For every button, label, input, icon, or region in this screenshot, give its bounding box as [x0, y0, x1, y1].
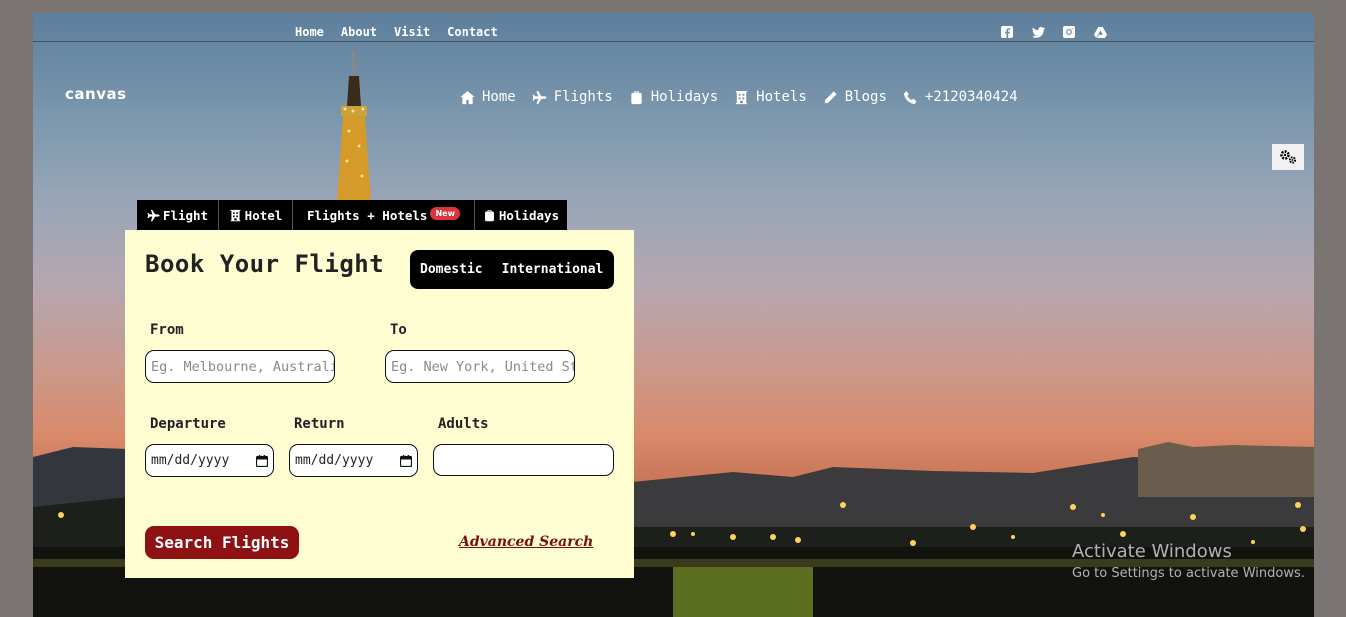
facebook-icon[interactable]: [1000, 25, 1014, 39]
to-label: To: [390, 322, 407, 338]
top-links: Home About Visit Contact: [295, 25, 498, 39]
nav-holidays[interactable]: Holidays: [629, 89, 718, 105]
advanced-search-link[interactable]: Advanced Search: [459, 534, 593, 550]
nav-holidays-label: Holidays: [650, 89, 719, 105]
suitcase-icon: [484, 209, 494, 221]
tab-flights-hotels-label: Flights + Hotels: [307, 207, 428, 223]
top-bar: Home About Visit Contact: [33, 13, 1314, 42]
site-logo[interactable]: canvas: [65, 85, 127, 103]
international-option[interactable]: International: [502, 262, 604, 277]
to-input[interactable]: Eg. New York, United States: [385, 350, 575, 383]
instagram-icon[interactable]: [1062, 25, 1076, 39]
top-link-contact[interactable]: Contact: [447, 25, 498, 39]
suitcase-icon: [631, 90, 642, 104]
search-flights-button[interactable]: Search Flights: [145, 526, 299, 559]
departure-date-value: mm/dd/yyyy: [151, 453, 230, 468]
new-badge: New: [430, 206, 460, 220]
tab-flight[interactable]: Flight: [137, 200, 219, 230]
booking-title: Book Your Flight: [145, 250, 385, 278]
eiffel-tower-image: [337, 51, 371, 201]
from-label: From: [150, 322, 184, 338]
hotel-icon: [230, 209, 241, 221]
booking-card: Book Your Flight Domestic International …: [125, 230, 634, 578]
phone-icon: [903, 90, 917, 104]
booking-tabs: Flight Hotel Flights + Hotels New Holida…: [137, 200, 567, 230]
nav-blogs-label: Blogs: [844, 89, 887, 105]
main-nav: Home Flights Holidays Hotels Blogs +2120…: [460, 89, 1018, 105]
calendar-icon: [400, 454, 412, 467]
top-link-visit[interactable]: Visit: [394, 25, 430, 39]
top-link-home[interactable]: Home: [295, 25, 324, 39]
home-icon: [460, 90, 475, 104]
plane-icon: [532, 90, 547, 104]
departure-label: Departure: [150, 416, 226, 432]
return-date-input[interactable]: mm/dd/yyyy: [289, 444, 418, 477]
watermark-subtitle: Go to Settings to activate Windows.: [1072, 566, 1305, 581]
tab-hotel[interactable]: Hotel: [219, 200, 293, 230]
hero-background: Home About Visit Contact canvas Home Fli…: [33, 13, 1314, 617]
departure-date-input[interactable]: mm/dd/yyyy: [145, 444, 274, 477]
plane-icon: [147, 209, 160, 221]
return-date-value: mm/dd/yyyy: [295, 453, 374, 468]
nav-hotels-label: Hotels: [756, 89, 807, 105]
nav-home-label: Home: [482, 89, 516, 105]
pencil-icon: [823, 90, 837, 104]
watermark-title: Activate Windows: [1072, 541, 1232, 562]
adults-label: Adults: [438, 416, 489, 432]
nav-home[interactable]: Home: [460, 89, 516, 105]
hotel-icon: [736, 90, 748, 104]
windows-activation-watermark: Activate Windows Go to Settings to activ…: [1072, 541, 1305, 581]
tab-holidays[interactable]: Holidays: [475, 200, 567, 230]
top-link-about[interactable]: About: [341, 25, 377, 39]
nav-flights[interactable]: Flights: [532, 89, 613, 105]
nav-phone-label: +2120340424: [924, 89, 1018, 105]
calendar-icon: [256, 454, 268, 467]
google-drive-icon[interactable]: [1093, 25, 1107, 39]
nav-blogs[interactable]: Blogs: [823, 89, 887, 105]
nav-flights-label: Flights: [553, 89, 613, 105]
adults-input[interactable]: [433, 444, 614, 476]
nav-phone[interactable]: +2120340424: [903, 89, 1018, 105]
twitter-icon[interactable]: [1031, 25, 1045, 39]
tab-flight-label: Flight: [162, 207, 209, 223]
trip-type-toggle: Domestic International: [410, 250, 614, 289]
tab-flights-hotels[interactable]: Flights + Hotels New: [293, 200, 475, 230]
tab-hotel-label: Hotel: [244, 207, 283, 223]
nav-hotels[interactable]: Hotels: [734, 89, 807, 105]
from-input[interactable]: Eg. Melbourne, Australia: [145, 350, 335, 383]
settings-button[interactable]: [1272, 144, 1304, 170]
domestic-option[interactable]: Domestic: [420, 262, 483, 277]
social-links: [1000, 25, 1107, 39]
gears-icon: [1280, 150, 1297, 164]
return-label: Return: [294, 416, 345, 432]
tab-holidays-label: Holidays: [498, 207, 560, 223]
